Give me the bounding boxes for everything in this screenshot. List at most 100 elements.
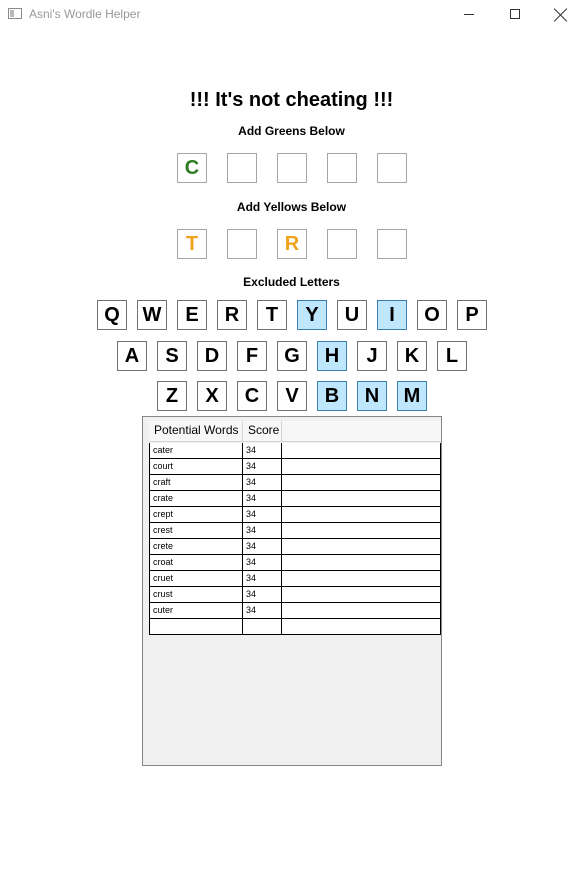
score-cell: 34 bbox=[243, 443, 282, 459]
yellows-inputs: T R bbox=[177, 229, 407, 259]
excluded-label: Excluded Letters bbox=[243, 275, 340, 289]
results-grid[interactable]: Potential Words Score cater 34 court 34 craf… bbox=[142, 416, 442, 766]
table-row[interactable]: cuter 34 bbox=[149, 603, 441, 619]
key-b[interactable]: B bbox=[317, 381, 347, 411]
table-row[interactable]: court 34 bbox=[149, 459, 441, 475]
table-row[interactable]: craft 34 bbox=[149, 475, 441, 491]
word-cell: cruet bbox=[149, 571, 243, 587]
title-bar: Asni's Wordle Helper bbox=[0, 0, 583, 30]
score-cell: 34 bbox=[243, 491, 282, 507]
column-header-word[interactable]: Potential Words bbox=[149, 421, 243, 441]
key-k[interactable]: K bbox=[397, 341, 427, 371]
key-v[interactable]: V bbox=[277, 381, 307, 411]
table-row[interactable]: crust 34 bbox=[149, 587, 441, 603]
minimize-button[interactable] bbox=[446, 0, 492, 30]
green-slot-1[interactable]: C bbox=[177, 153, 207, 183]
app-window-icon bbox=[8, 8, 22, 19]
score-cell: 34 bbox=[243, 555, 282, 571]
key-r[interactable]: R bbox=[217, 300, 247, 330]
green-slot-4[interactable] bbox=[327, 153, 357, 183]
greens-inputs: C bbox=[177, 153, 407, 183]
score-cell: 34 bbox=[243, 571, 282, 587]
key-y[interactable]: Y bbox=[297, 300, 327, 330]
key-p[interactable]: P bbox=[457, 300, 487, 330]
key-d[interactable]: D bbox=[197, 341, 227, 371]
close-icon bbox=[554, 8, 568, 22]
score-cell: 34 bbox=[243, 459, 282, 475]
score-cell: 34 bbox=[243, 603, 282, 619]
key-o[interactable]: O bbox=[417, 300, 447, 330]
score-cell: 34 bbox=[243, 475, 282, 491]
table-row[interactable]: crate 34 bbox=[149, 491, 441, 507]
filler-cell bbox=[282, 443, 441, 459]
table-row[interactable]: crest 34 bbox=[149, 523, 441, 539]
yellows-label: Add Yellows Below bbox=[236, 200, 347, 214]
table-row[interactable]: croat 34 bbox=[149, 555, 441, 571]
key-a[interactable]: A bbox=[117, 341, 147, 371]
filler-cell bbox=[282, 523, 441, 539]
filler-cell bbox=[282, 491, 441, 507]
keyboard-row-3: ZXCVBNM bbox=[157, 381, 427, 411]
key-h[interactable]: H bbox=[317, 341, 347, 371]
word-cell: crete bbox=[149, 539, 243, 555]
table-row[interactable]: cater 34 bbox=[149, 443, 441, 459]
yellow-slot-5[interactable] bbox=[377, 229, 407, 259]
key-w[interactable]: W bbox=[137, 300, 167, 330]
key-e[interactable]: E bbox=[177, 300, 207, 330]
key-z[interactable]: Z bbox=[157, 381, 187, 411]
key-f[interactable]: F bbox=[237, 341, 267, 371]
word-cell: cater bbox=[149, 443, 243, 459]
yellow-slot-2[interactable] bbox=[227, 229, 257, 259]
key-q[interactable]: Q bbox=[97, 300, 127, 330]
minimize-icon bbox=[464, 14, 474, 15]
key-j[interactable]: J bbox=[357, 341, 387, 371]
word-cell: court bbox=[149, 459, 243, 475]
filler-cell bbox=[282, 603, 441, 619]
word-cell: cuter bbox=[149, 603, 243, 619]
score-cell: 34 bbox=[243, 539, 282, 555]
yellow-slot-1[interactable]: T bbox=[177, 229, 207, 259]
score-cell: 34 bbox=[243, 587, 282, 603]
key-n[interactable]: N bbox=[357, 381, 387, 411]
green-slot-5[interactable] bbox=[377, 153, 407, 183]
maximize-icon bbox=[510, 9, 520, 19]
maximize-button[interactable] bbox=[492, 0, 538, 30]
word-cell bbox=[149, 619, 243, 635]
key-l[interactable]: L bbox=[437, 341, 467, 371]
word-cell: crust bbox=[149, 587, 243, 603]
key-u[interactable]: U bbox=[337, 300, 367, 330]
table-row[interactable]: crete 34 bbox=[149, 539, 441, 555]
key-t[interactable]: T bbox=[257, 300, 287, 330]
yellow-slot-4[interactable] bbox=[327, 229, 357, 259]
key-i[interactable]: I bbox=[377, 300, 407, 330]
filler-cell bbox=[282, 571, 441, 587]
key-s[interactable]: S bbox=[157, 341, 187, 371]
green-slot-3[interactable] bbox=[277, 153, 307, 183]
yellow-slot-3[interactable]: R bbox=[277, 229, 307, 259]
filler-cell bbox=[282, 555, 441, 571]
key-g[interactable]: G bbox=[277, 341, 307, 371]
window-title: Asni's Wordle Helper bbox=[29, 7, 141, 21]
key-m[interactable]: M bbox=[397, 381, 427, 411]
column-header-score[interactable]: Score bbox=[243, 421, 282, 441]
page-title: !!! It's not cheating !!! bbox=[189, 89, 394, 111]
filler-cell bbox=[282, 475, 441, 491]
table-row[interactable]: crept 34 bbox=[149, 507, 441, 523]
green-slot-2[interactable] bbox=[227, 153, 257, 183]
filler-cell bbox=[282, 539, 441, 555]
filler-cell bbox=[282, 587, 441, 603]
grid-rows: cater 34 court 34 craft 34 crate 34 crept 34 crest… bbox=[149, 443, 441, 635]
table-row[interactable]: cruet 34 bbox=[149, 571, 441, 587]
grid-header: Potential Words Score bbox=[149, 421, 441, 442]
score-cell bbox=[243, 619, 282, 635]
greens-label: Add Greens Below bbox=[238, 124, 345, 138]
close-button[interactable] bbox=[537, 0, 583, 30]
filler-cell bbox=[282, 619, 441, 635]
key-x[interactable]: X bbox=[197, 381, 227, 411]
word-cell: crest bbox=[149, 523, 243, 539]
word-cell: craft bbox=[149, 475, 243, 491]
table-row[interactable] bbox=[149, 619, 441, 635]
score-cell: 34 bbox=[243, 523, 282, 539]
filler-cell bbox=[282, 459, 441, 475]
key-c[interactable]: C bbox=[237, 381, 267, 411]
